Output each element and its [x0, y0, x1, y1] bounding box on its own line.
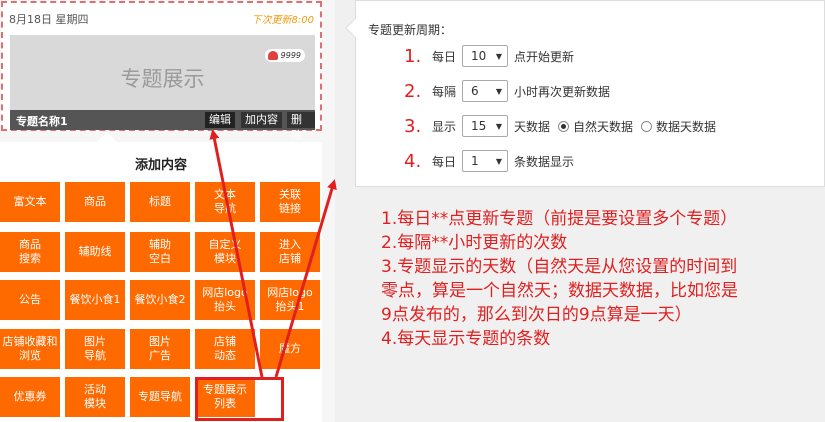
- dropdown-arrow-icon: ▼: [495, 121, 503, 131]
- tile-8[interactable]: 辅助 空白: [130, 232, 190, 272]
- editor-column: 8月18日 星期四 下次更新8:00 专题展示 9999 专题名称1 编辑 加内…: [0, 0, 335, 422]
- tile-14[interactable]: 网店logo 抬头: [195, 280, 255, 320]
- settings-pointer: [345, 18, 365, 38]
- tile-9[interactable]: 自定义 模块: [195, 232, 255, 272]
- highlight-box: [195, 377, 284, 421]
- interval-hours-select[interactable]: 6 ▼: [462, 80, 509, 102]
- topic-name: 专题名称1: [16, 115, 68, 128]
- stage: 8月18日 星期四 下次更新8:00 专题展示 9999 专题名称1 编辑 加内…: [0, 0, 825, 422]
- note-line: 9点发布的，那么到次日的9点算是一天）: [381, 305, 692, 325]
- tile-23[interactable]: 专题导航: [130, 377, 190, 417]
- update-hour-select[interactable]: 10 ▼: [462, 45, 509, 67]
- panel-pointer: [97, 132, 117, 152]
- data-day-label: 数据天数据: [656, 119, 717, 134]
- row-prefix: 每日: [432, 49, 457, 64]
- note-line: 3.专题显示的天数（自然天是从您设置的时间到: [381, 257, 738, 277]
- tile-5[interactable]: 关联 链接: [260, 182, 320, 222]
- tile-20[interactable]: 魔方: [260, 329, 320, 369]
- select-value: 1: [471, 154, 479, 168]
- tile-12[interactable]: 餐饮小食1: [65, 280, 125, 320]
- tile-19[interactable]: 店铺 动态: [195, 329, 255, 369]
- dropdown-arrow-icon: ▼: [495, 156, 503, 166]
- tile-22[interactable]: 活动 模块: [65, 377, 125, 417]
- setting-row-1: 1. 每日 10 ▼ 点开始更新: [404, 44, 574, 68]
- tile-16[interactable]: 店铺收藏和 浏览: [0, 329, 60, 369]
- add-content-title: 添加内容: [134, 158, 187, 173]
- topic-preview-card[interactable]: 8月18日 星期四 下次更新8:00 专题展示 9999 专题名称1 编辑 加内…: [1, 1, 322, 142]
- natural-day-radio[interactable]: [558, 120, 570, 132]
- row-number: 1.: [404, 45, 422, 67]
- tile-10[interactable]: 进入 店铺: [260, 232, 320, 272]
- note-line: 1.每日**点更新专题（前提是要设置多个专题）: [381, 209, 738, 229]
- next-update-label: 下次更新8:00: [251, 15, 314, 26]
- row-suffix: 点开始更新: [514, 49, 575, 64]
- setting-row-3: 3. 显示 15 ▼ 天数据 自然天数据 数据天数据: [404, 114, 716, 138]
- preview-date: 8月18日 星期四: [9, 13, 89, 26]
- row-suffix: 小时再次更新数据: [514, 84, 611, 99]
- update-settings-box: 专题更新周期： 1. 每日 10 ▼ 点开始更新 2. 每隔 6 ▼ 小时再次更新数…: [345, 0, 825, 187]
- row-prefix: 每隔: [432, 84, 457, 99]
- edit-button[interactable]: 编辑: [205, 112, 235, 128]
- caption-bar: 专题名称1 编辑 加内容 删除: [10, 110, 315, 142]
- note-line: 2.每隔**小时更新的次数: [381, 233, 568, 253]
- select-value: 6: [471, 84, 479, 98]
- select-value: 10: [471, 49, 487, 63]
- tile-7[interactable]: 辅助线: [65, 232, 125, 272]
- tile-15[interactable]: 网店logo 抬头1: [260, 280, 320, 320]
- tile-17[interactable]: 图片 导航: [65, 329, 125, 369]
- natural-day-label: 自然天数据: [573, 119, 634, 134]
- row-prefix: 显示: [432, 119, 457, 134]
- preview-title: 专题展示: [120, 67, 205, 91]
- heart-icon: [267, 51, 278, 60]
- setting-row-2: 2. 每隔 6 ▼ 小时再次更新数据: [404, 79, 610, 103]
- tile-1[interactable]: 富文本: [0, 182, 60, 222]
- add-content-button[interactable]: 加内容: [241, 112, 282, 128]
- note-line: 零点，算是一个自然天；数据天数据，比如您是: [381, 281, 738, 301]
- settings-title: 专题更新周期：: [368, 23, 453, 37]
- like-count: 9999: [280, 51, 301, 60]
- display-days-select[interactable]: 15 ▼: [462, 115, 509, 137]
- select-value: 15: [471, 119, 487, 133]
- data-day-radio[interactable]: [641, 120, 653, 132]
- annotation-notes: 1.每日**点更新专题（前提是要设置多个专题） 2.每隔**小时更新的次数 3.…: [381, 207, 825, 351]
- like-badge: 9999: [264, 49, 305, 62]
- tile-18[interactable]: 图片 广告: [130, 329, 190, 369]
- note-line: 4.每天显示专题的条数: [381, 329, 551, 349]
- tile-13[interactable]: 餐饮小食2: [130, 280, 190, 320]
- tile-2[interactable]: 商品: [65, 182, 125, 222]
- tile-6[interactable]: 商品 搜索: [0, 232, 60, 272]
- daily-count-select[interactable]: 1 ▼: [462, 150, 509, 172]
- tile-21[interactable]: 优惠券: [0, 377, 60, 417]
- dropdown-arrow-icon: ▼: [495, 86, 503, 96]
- dropdown-arrow-icon: ▼: [495, 51, 503, 61]
- setting-row-4: 4. 每日 1 ▼ 条数据显示: [404, 149, 574, 173]
- row-prefix: 每日: [432, 154, 457, 169]
- tile-11[interactable]: 公告: [0, 280, 60, 320]
- row-suffix: 天数据: [514, 119, 551, 134]
- tile-3[interactable]: 标题: [130, 182, 190, 222]
- row-suffix: 条数据显示: [514, 154, 575, 169]
- tile-4[interactable]: 文本 导航: [195, 182, 255, 222]
- row-number: 3.: [404, 115, 422, 137]
- row-number: 2.: [404, 80, 422, 102]
- preview-image-area: 专题展示 9999: [10, 35, 315, 110]
- row-number: 4.: [404, 150, 422, 172]
- delete-button[interactable]: 删除: [287, 112, 315, 142]
